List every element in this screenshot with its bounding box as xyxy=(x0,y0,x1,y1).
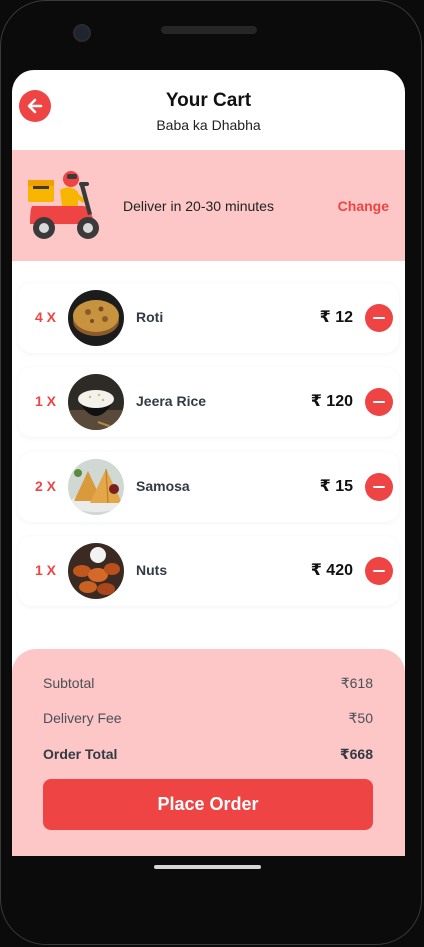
order-total-value: ₹668 xyxy=(339,746,373,762)
order-total-label: Order Total xyxy=(43,746,118,762)
item-quantity: 1 X xyxy=(35,393,57,409)
item-name: Jeera Rice xyxy=(136,393,207,409)
delivery-fee-label: Delivery Fee xyxy=(43,710,122,726)
phone-frame: Your Cart Baba ka Dhabha Deliver in 20-3… xyxy=(0,0,424,947)
item-price: ₹ 420 xyxy=(310,562,353,579)
remove-item-button[interactable] xyxy=(365,304,393,332)
delivery-banner: Deliver in 20-30 minutes Change xyxy=(12,150,405,261)
item-quantity: 1 X xyxy=(35,562,57,578)
item-name: Samosa xyxy=(136,478,190,494)
front-camera xyxy=(73,24,91,42)
minus-icon xyxy=(373,317,385,319)
app-screen: Your Cart Baba ka Dhabha Deliver in 20-3… xyxy=(12,70,405,856)
minus-icon xyxy=(373,486,385,488)
change-link[interactable]: Change xyxy=(338,198,389,214)
item-image-roti xyxy=(68,290,124,346)
home-indicator[interactable] xyxy=(154,865,261,869)
restaurant-name: Baba ka Dhabha xyxy=(156,117,261,133)
delivery-scooter-icon xyxy=(28,171,99,239)
earpiece-speaker xyxy=(161,26,257,34)
minus-icon xyxy=(373,401,385,403)
item-quantity: 4 X xyxy=(35,309,57,325)
remove-item-button[interactable] xyxy=(365,557,393,585)
item-image-jeera-rice xyxy=(68,374,124,430)
minus-icon xyxy=(373,570,385,572)
subtotal-label: Subtotal xyxy=(43,675,95,691)
cart-item: 1 X Jeera Rice ₹ 120 xyxy=(18,367,399,437)
remove-item-button[interactable] xyxy=(365,388,393,416)
delivery-fee-value: ₹50 xyxy=(348,710,373,726)
item-price: ₹ 120 xyxy=(310,393,353,410)
cart-item: 2 X Samosa ₹ 15 xyxy=(18,452,399,522)
item-image-nuts xyxy=(68,543,124,599)
item-price: ₹ 15 xyxy=(319,478,353,495)
item-name: Nuts xyxy=(136,562,168,578)
subtotal-value: ₹618 xyxy=(340,675,373,691)
item-image-samosa xyxy=(68,459,124,515)
cart-item: 1 X Nuts ₹ 420 xyxy=(18,536,399,606)
order-summary: Subtotal ₹618 Delivery Fee ₹50 Order Tot… xyxy=(12,649,405,856)
item-name: Roti xyxy=(136,309,164,325)
page-title: Your Cart xyxy=(165,90,252,111)
item-price: ₹ 12 xyxy=(319,309,353,326)
place-order-button[interactable]: Place Order xyxy=(43,779,373,830)
item-quantity: 2 X xyxy=(35,478,57,494)
remove-item-button[interactable] xyxy=(365,473,393,501)
header: Your Cart Baba ka Dhabha xyxy=(12,70,405,150)
cart-item: 4 X Roti ₹ 12 xyxy=(18,283,399,353)
delivery-time-text: Deliver in 20-30 minutes xyxy=(123,198,274,214)
